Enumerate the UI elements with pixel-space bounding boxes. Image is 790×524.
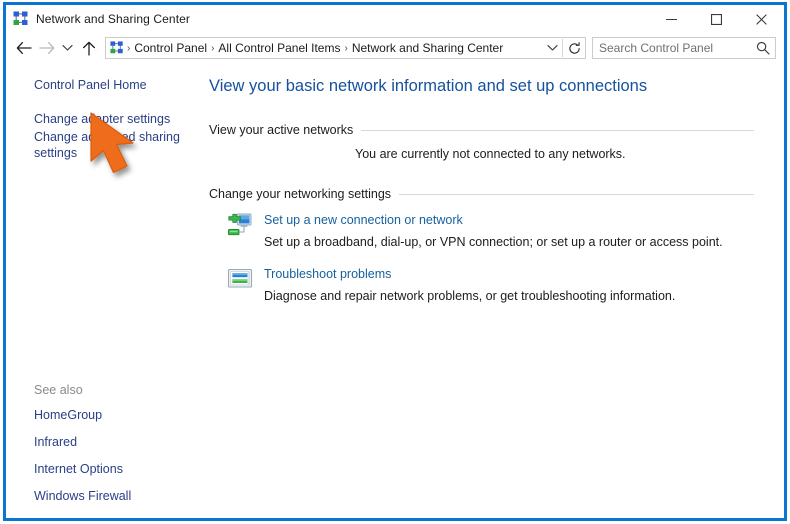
navigation-bar: › Control Panel › All Control Panel Item… bbox=[6, 33, 784, 63]
breadcrumb-item-all-control-panel-items[interactable]: All Control Panel Items bbox=[215, 41, 343, 55]
see-also-section: See also HomeGroup Infrared Internet Opt… bbox=[6, 383, 202, 504]
minimize-button[interactable] bbox=[649, 5, 694, 33]
section-header-active-networks: View your active networks bbox=[209, 123, 754, 137]
sidebar: Control Panel Home Change adapter settin… bbox=[6, 63, 202, 518]
explorer-window: Network and Sharing Center bbox=[3, 2, 787, 521]
up-button[interactable] bbox=[77, 36, 100, 60]
up-arrow-icon bbox=[82, 41, 96, 56]
chevron-down-icon bbox=[547, 44, 558, 52]
address-bar[interactable]: › Control Panel › All Control Panel Item… bbox=[105, 37, 586, 59]
network-icon bbox=[110, 41, 124, 55]
active-networks-status: You are currently not connected to any n… bbox=[209, 147, 754, 161]
action-description: Diagnose and repair network problems, or… bbox=[264, 288, 675, 305]
section-rule bbox=[399, 194, 754, 195]
back-button[interactable] bbox=[12, 36, 35, 60]
new-connection-icon bbox=[227, 212, 253, 238]
action-setup-new-connection[interactable]: Set up a new connection or network Set u… bbox=[209, 211, 754, 251]
sidebar-item-infrared[interactable]: Infrared bbox=[6, 434, 202, 450]
forward-arrow-icon bbox=[39, 41, 55, 55]
action-troubleshoot-problems[interactable]: Troubleshoot problems Diagnose and repai… bbox=[209, 265, 754, 305]
forward-button[interactable] bbox=[35, 36, 58, 60]
action-text: Troubleshoot problems Diagnose and repai… bbox=[264, 265, 675, 305]
sidebar-item-internet-options[interactable]: Internet Options bbox=[6, 461, 202, 477]
link-setup-new-connection[interactable]: Set up a new connection or network bbox=[264, 212, 463, 229]
address-dropdown-button[interactable] bbox=[542, 38, 562, 58]
section-label: Change your networking settings bbox=[209, 187, 399, 201]
breadcrumb: › Control Panel › All Control Panel Item… bbox=[126, 41, 542, 55]
section-label: View your active networks bbox=[209, 123, 361, 137]
close-button[interactable] bbox=[739, 5, 784, 33]
breadcrumb-item-control-panel[interactable]: Control Panel bbox=[131, 41, 210, 55]
section-header-networking-settings: Change your networking settings bbox=[209, 187, 754, 201]
search-box[interactable] bbox=[592, 37, 776, 59]
action-description: Set up a broadband, dial-up, or VPN conn… bbox=[264, 234, 723, 251]
recent-locations-button[interactable] bbox=[58, 36, 77, 60]
content-area: Control Panel Home Change adapter settin… bbox=[6, 63, 784, 518]
title-bar: Network and Sharing Center bbox=[6, 5, 784, 33]
minimize-icon bbox=[666, 14, 677, 25]
refresh-button[interactable] bbox=[563, 38, 585, 58]
maximize-button[interactable] bbox=[694, 5, 739, 33]
network-icon bbox=[13, 11, 29, 27]
see-also-title: See also bbox=[6, 383, 202, 397]
window-controls bbox=[649, 5, 784, 33]
section-rule bbox=[361, 130, 754, 131]
breadcrumb-item-network-and-sharing-center[interactable]: Network and Sharing Center bbox=[349, 41, 506, 55]
search-icon[interactable] bbox=[751, 41, 775, 55]
address-bar-actions bbox=[542, 38, 585, 58]
sidebar-item-change-adapter-settings[interactable]: Change adapter settings bbox=[6, 111, 202, 127]
maximize-icon bbox=[711, 14, 722, 25]
window-title: Network and Sharing Center bbox=[36, 12, 190, 26]
sidebar-item-control-panel-home[interactable]: Control Panel Home bbox=[6, 77, 202, 93]
back-arrow-icon bbox=[16, 41, 32, 55]
close-icon bbox=[756, 14, 767, 25]
link-troubleshoot-problems[interactable]: Troubleshoot problems bbox=[264, 266, 391, 283]
sidebar-spacer bbox=[6, 95, 202, 111]
chevron-down-icon bbox=[62, 44, 73, 52]
sidebar-item-change-advanced-sharing-settings[interactable]: Change advanced sharing settings bbox=[6, 129, 202, 161]
sidebar-item-windows-firewall[interactable]: Windows Firewall bbox=[6, 488, 202, 504]
page-title: View your basic network information and … bbox=[209, 75, 754, 97]
action-text: Set up a new connection or network Set u… bbox=[264, 211, 723, 251]
main-pane: View your basic network information and … bbox=[202, 63, 784, 518]
search-input[interactable] bbox=[593, 40, 751, 56]
refresh-icon bbox=[568, 42, 581, 55]
troubleshoot-icon bbox=[227, 266, 253, 292]
sidebar-item-homegroup[interactable]: HomeGroup bbox=[6, 407, 202, 423]
